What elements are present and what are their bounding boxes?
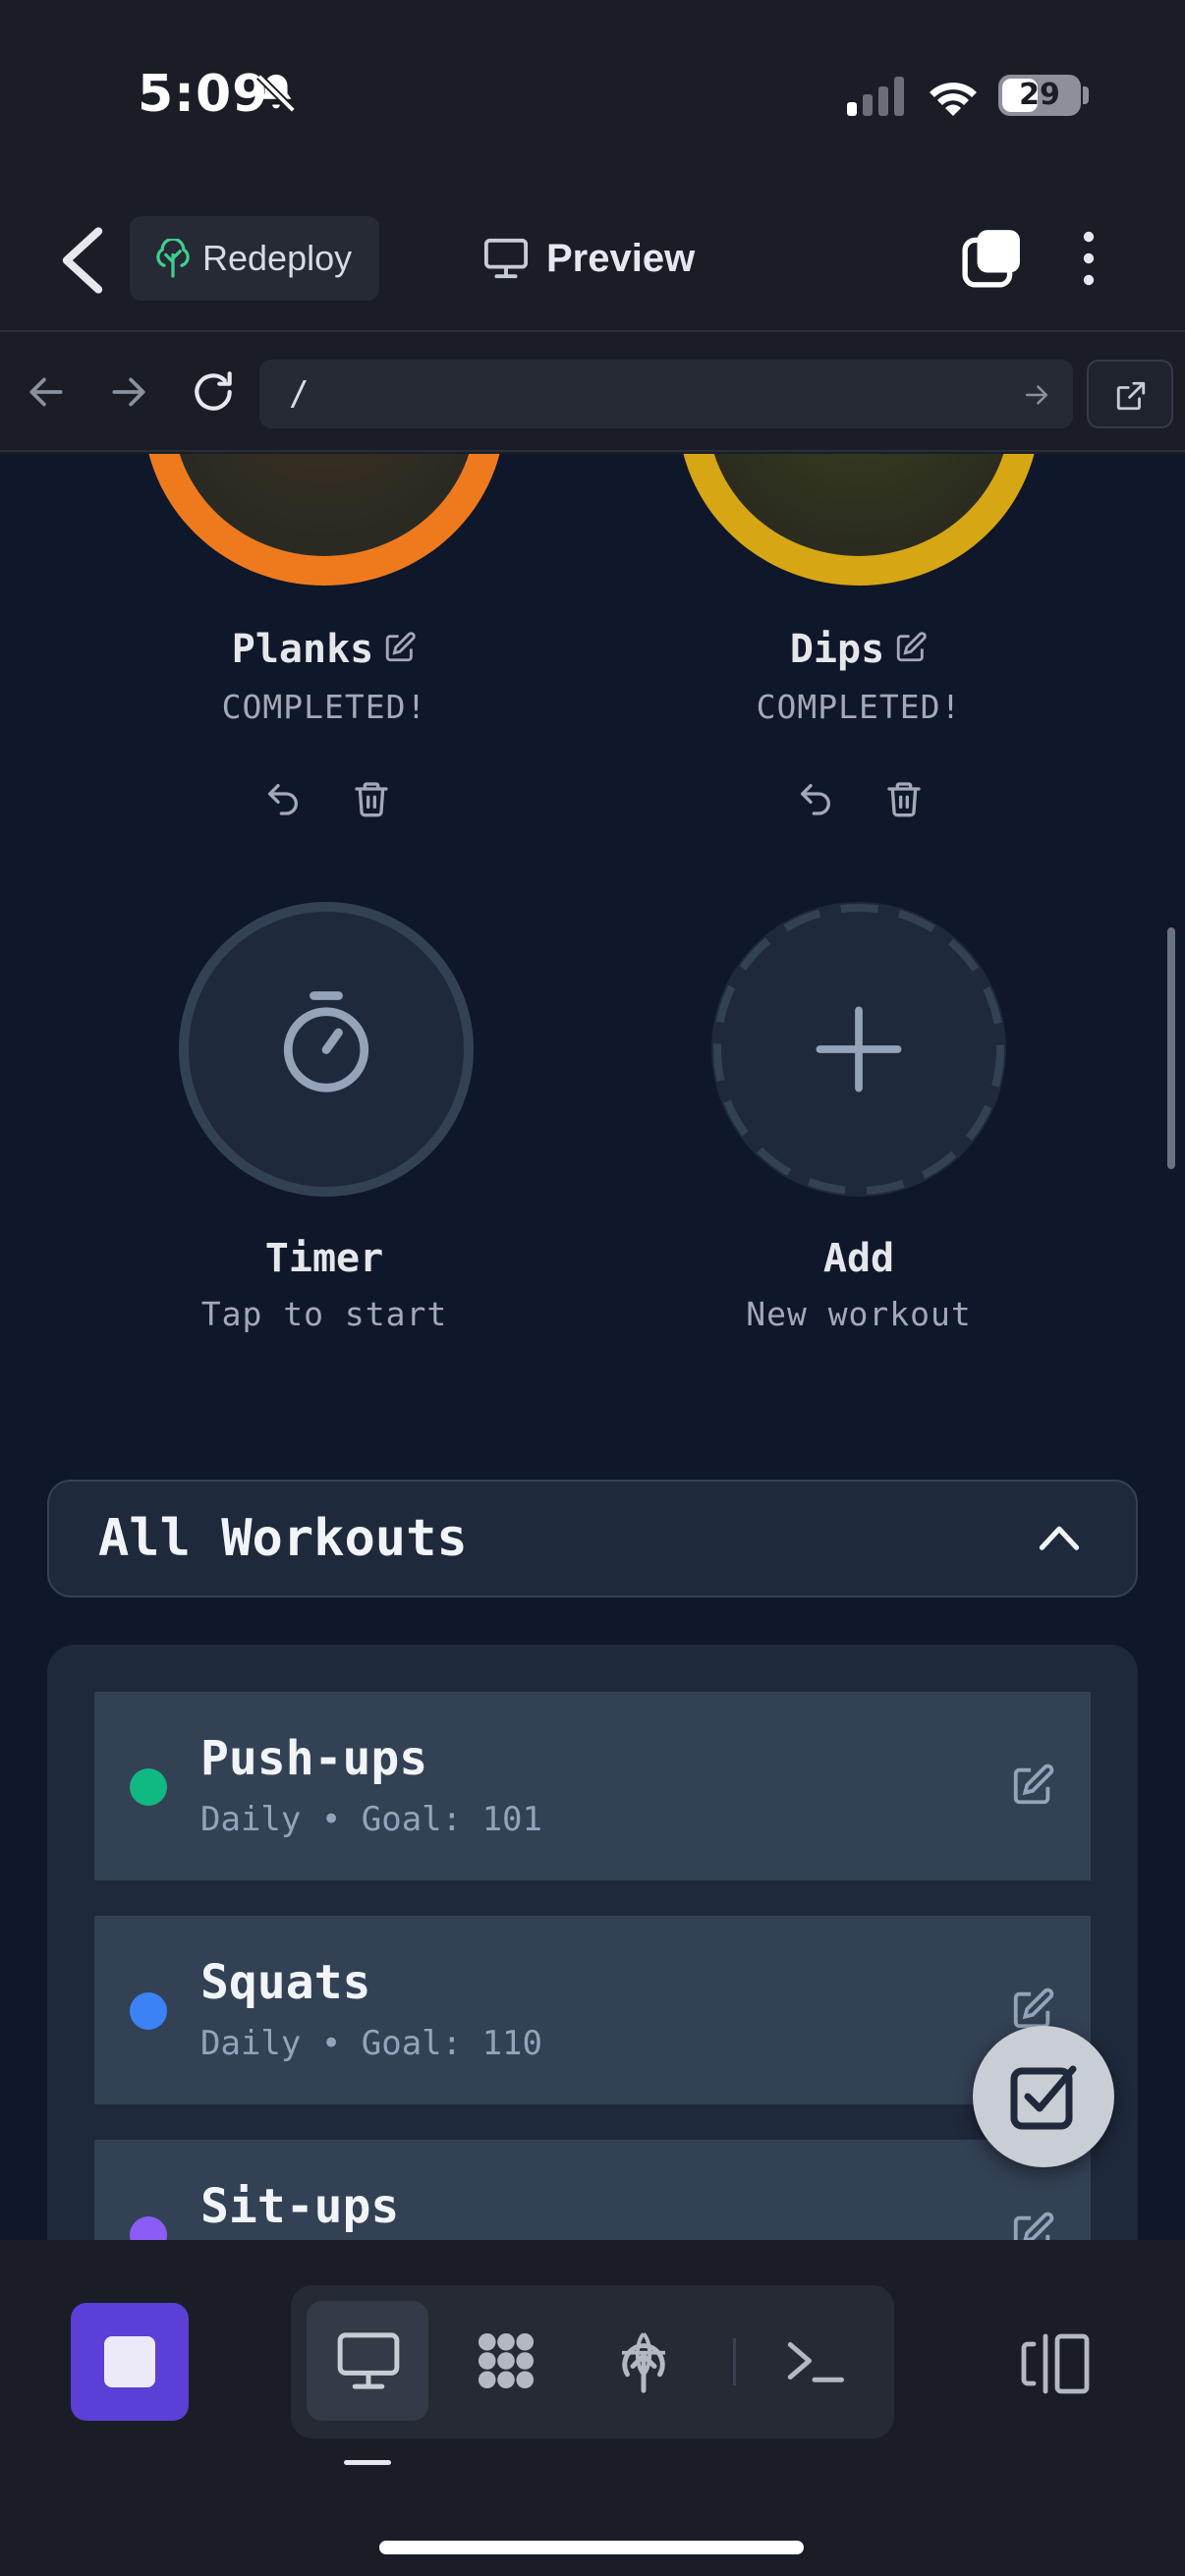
add-title: Add	[822, 1236, 895, 1281]
dips-name: Dips	[789, 627, 885, 672]
preview-label: Preview	[546, 236, 696, 280]
kebab-icon[interactable]	[1079, 228, 1099, 289]
tabs-icon[interactable]	[961, 228, 1022, 289]
status-dot	[130, 2216, 167, 2240]
edit-icon[interactable]	[383, 631, 417, 664]
undo-icon[interactable]	[263, 778, 303, 819]
wifi-icon	[930, 83, 977, 116]
arrow-left-icon[interactable]	[26, 371, 67, 413]
undo-icon[interactable]	[796, 778, 835, 819]
status-dot	[130, 1992, 167, 2030]
scrollbar[interactable]	[1167, 927, 1175, 1169]
preview-tab[interactable]: Preview	[483, 226, 695, 291]
terminal-tool-button[interactable]	[753, 2301, 875, 2421]
status-dot	[130, 1768, 167, 1806]
bottom-toolbar	[0, 2240, 1185, 2576]
workout-list: Push-ups Daily • Goal: 101 Squats Daily …	[47, 1645, 1138, 2240]
back-icon[interactable]	[55, 226, 110, 295]
add-workout-button[interactable]	[711, 902, 1006, 1197]
browser-bar: /	[0, 334, 1185, 452]
workout-name: Push-ups	[200, 1731, 428, 1786]
edit-icon[interactable]	[1010, 1763, 1055, 1808]
monitor-icon	[483, 238, 529, 279]
apps-tool-button[interactable]	[444, 2301, 566, 2421]
planks-name: Planks	[231, 627, 374, 672]
chevron-up-icon[interactable]	[1038, 1523, 1081, 1552]
list-item[interactable]: Squats Daily • Goal: 110	[94, 1916, 1091, 2104]
tool-group	[291, 2285, 894, 2438]
section-title: All Workouts	[98, 1509, 468, 1568]
battery-tip	[1083, 86, 1089, 104]
trash-icon[interactable]	[352, 778, 391, 819]
preview-tool-button[interactable]	[307, 2301, 428, 2421]
timer-title: Timer	[264, 1236, 384, 1281]
list-item[interactable]: Sit-ups	[94, 2140, 1091, 2240]
timer-button[interactable]	[179, 902, 474, 1197]
web-content: Planks COMPLETED! Dips COMPLETED! Timer …	[0, 454, 1185, 2240]
url-text: /	[289, 374, 310, 414]
status-bar: 5:09 29	[0, 0, 1185, 187]
stop-icon	[104, 2336, 155, 2387]
all-workouts-header[interactable]: All Workouts	[47, 1480, 1138, 1597]
open-external-button[interactable]	[1087, 360, 1173, 428]
edit-icon[interactable]	[1010, 1987, 1055, 2032]
planks-status: COMPLETED!	[221, 688, 427, 726]
redeploy-button[interactable]: Redeploy	[130, 216, 379, 301]
complete-fab-button[interactable]	[973, 2026, 1114, 2167]
edit-icon[interactable]	[894, 631, 928, 664]
deploy-tool-button[interactable]	[582, 2301, 704, 2421]
grid-icon	[478, 2332, 535, 2389]
bell-slash-icon	[256, 74, 296, 113]
split-view-icon[interactable]	[1018, 2332, 1091, 2395]
monitor-icon	[337, 2332, 400, 2389]
reload-icon[interactable]	[189, 367, 238, 417]
deploy-icon	[622, 2332, 665, 2393]
redeploy-label: Redeploy	[202, 238, 353, 278]
go-arrow-icon[interactable]	[1022, 381, 1051, 409]
plus-icon	[816, 1006, 902, 1092]
planks-title: Planks	[98, 627, 550, 672]
workout-name: Sit-ups	[200, 2179, 400, 2234]
stop-button[interactable]	[71, 2303, 189, 2421]
tree-icon	[156, 239, 190, 278]
status-time: 5:09	[138, 65, 269, 124]
edit-icon[interactable]	[1010, 2211, 1055, 2240]
workout-meta: Daily • Goal: 110	[200, 2024, 542, 2063]
stopwatch-icon	[283, 991, 369, 1092]
workout-name: Squats	[200, 1955, 371, 2010]
add-subtitle: New workout	[746, 1295, 972, 1333]
dips-status: COMPLETED!	[756, 688, 962, 726]
tool-separator	[733, 2338, 736, 2385]
terminal-icon	[787, 2342, 844, 2382]
list-item[interactable]: Push-ups Daily • Goal: 101	[94, 1692, 1091, 1880]
battery-level: 29	[1019, 78, 1060, 112]
arrow-right-icon[interactable]	[108, 371, 149, 413]
checkbox-icon	[1010, 2065, 1077, 2130]
workout-meta: Daily • Goal: 101	[200, 1800, 542, 1839]
url-input[interactable]: /	[259, 360, 1073, 428]
dips-progress-ring[interactable]	[678, 454, 1040, 586]
signal-icon	[847, 77, 904, 116]
dips-title: Dips	[633, 627, 1085, 672]
trash-icon[interactable]	[884, 778, 924, 819]
battery-indicator: 29	[998, 75, 1081, 116]
external-link-icon	[1116, 381, 1146, 411]
app-header: Redeploy Preview	[0, 187, 1185, 332]
planks-progress-ring[interactable]	[143, 454, 505, 586]
active-tab-indicator	[344, 2460, 391, 2465]
home-indicator[interactable]	[379, 2541, 804, 2554]
timer-subtitle: Tap to start	[200, 1295, 448, 1333]
